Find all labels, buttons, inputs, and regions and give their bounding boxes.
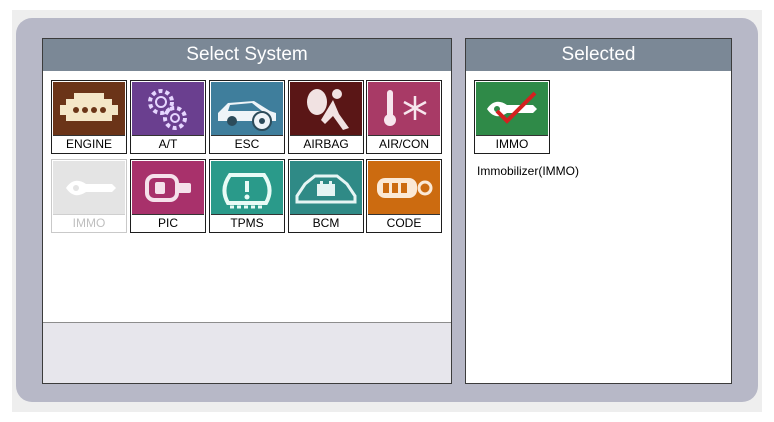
system-tile-code[interactable]: CODE <box>366 159 442 233</box>
system-tile-bcm[interactable]: BCM <box>288 159 364 233</box>
gears-icon <box>132 82 204 136</box>
smart-key-icon <box>132 161 204 215</box>
system-label: ESC <box>211 135 283 152</box>
car-brake-icon <box>211 82 283 136</box>
system-tile-aircon[interactable]: AIR/CON <box>366 80 442 154</box>
system-tile-pic[interactable]: PIC <box>130 159 206 233</box>
aircon-icon <box>368 82 440 136</box>
airbag-icon <box>290 82 362 136</box>
selected-system-name: Immobilizer(IMMO) <box>477 164 579 178</box>
system-label: IMMO <box>53 214 125 231</box>
selected-label: IMMO <box>476 135 548 152</box>
select-system-footer <box>43 322 451 383</box>
system-tile-airbag[interactable]: AIRBAG <box>288 80 364 154</box>
key-check-icon <box>476 82 548 136</box>
selected-tile-immo[interactable]: IMMO <box>474 80 550 154</box>
system-tile-engine[interactable]: ENGINE <box>51 80 127 154</box>
system-label: A/T <box>132 135 204 152</box>
select-system-title: Select System <box>43 39 451 71</box>
system-label: PIC <box>132 214 204 231</box>
car-battery-icon <box>290 161 362 215</box>
system-tile-tpms[interactable]: TPMS <box>209 159 285 233</box>
remote-key-icon <box>368 161 440 215</box>
system-label: ENGINE <box>53 135 125 152</box>
tire-pressure-icon <box>211 161 283 215</box>
engine-icon <box>53 82 125 136</box>
system-label: CODE <box>368 214 440 231</box>
system-tile-esc[interactable]: ESC <box>209 80 285 154</box>
system-label: TPMS <box>211 214 283 231</box>
system-label: BCM <box>290 214 362 231</box>
system-label: AIRBAG <box>290 135 362 152</box>
system-tile-immo: IMMO <box>51 159 127 233</box>
key-icon <box>53 161 125 215</box>
selected-title: Selected <box>466 39 731 71</box>
system-tile-at[interactable]: A/T <box>130 80 206 154</box>
system-label: AIR/CON <box>368 135 440 152</box>
